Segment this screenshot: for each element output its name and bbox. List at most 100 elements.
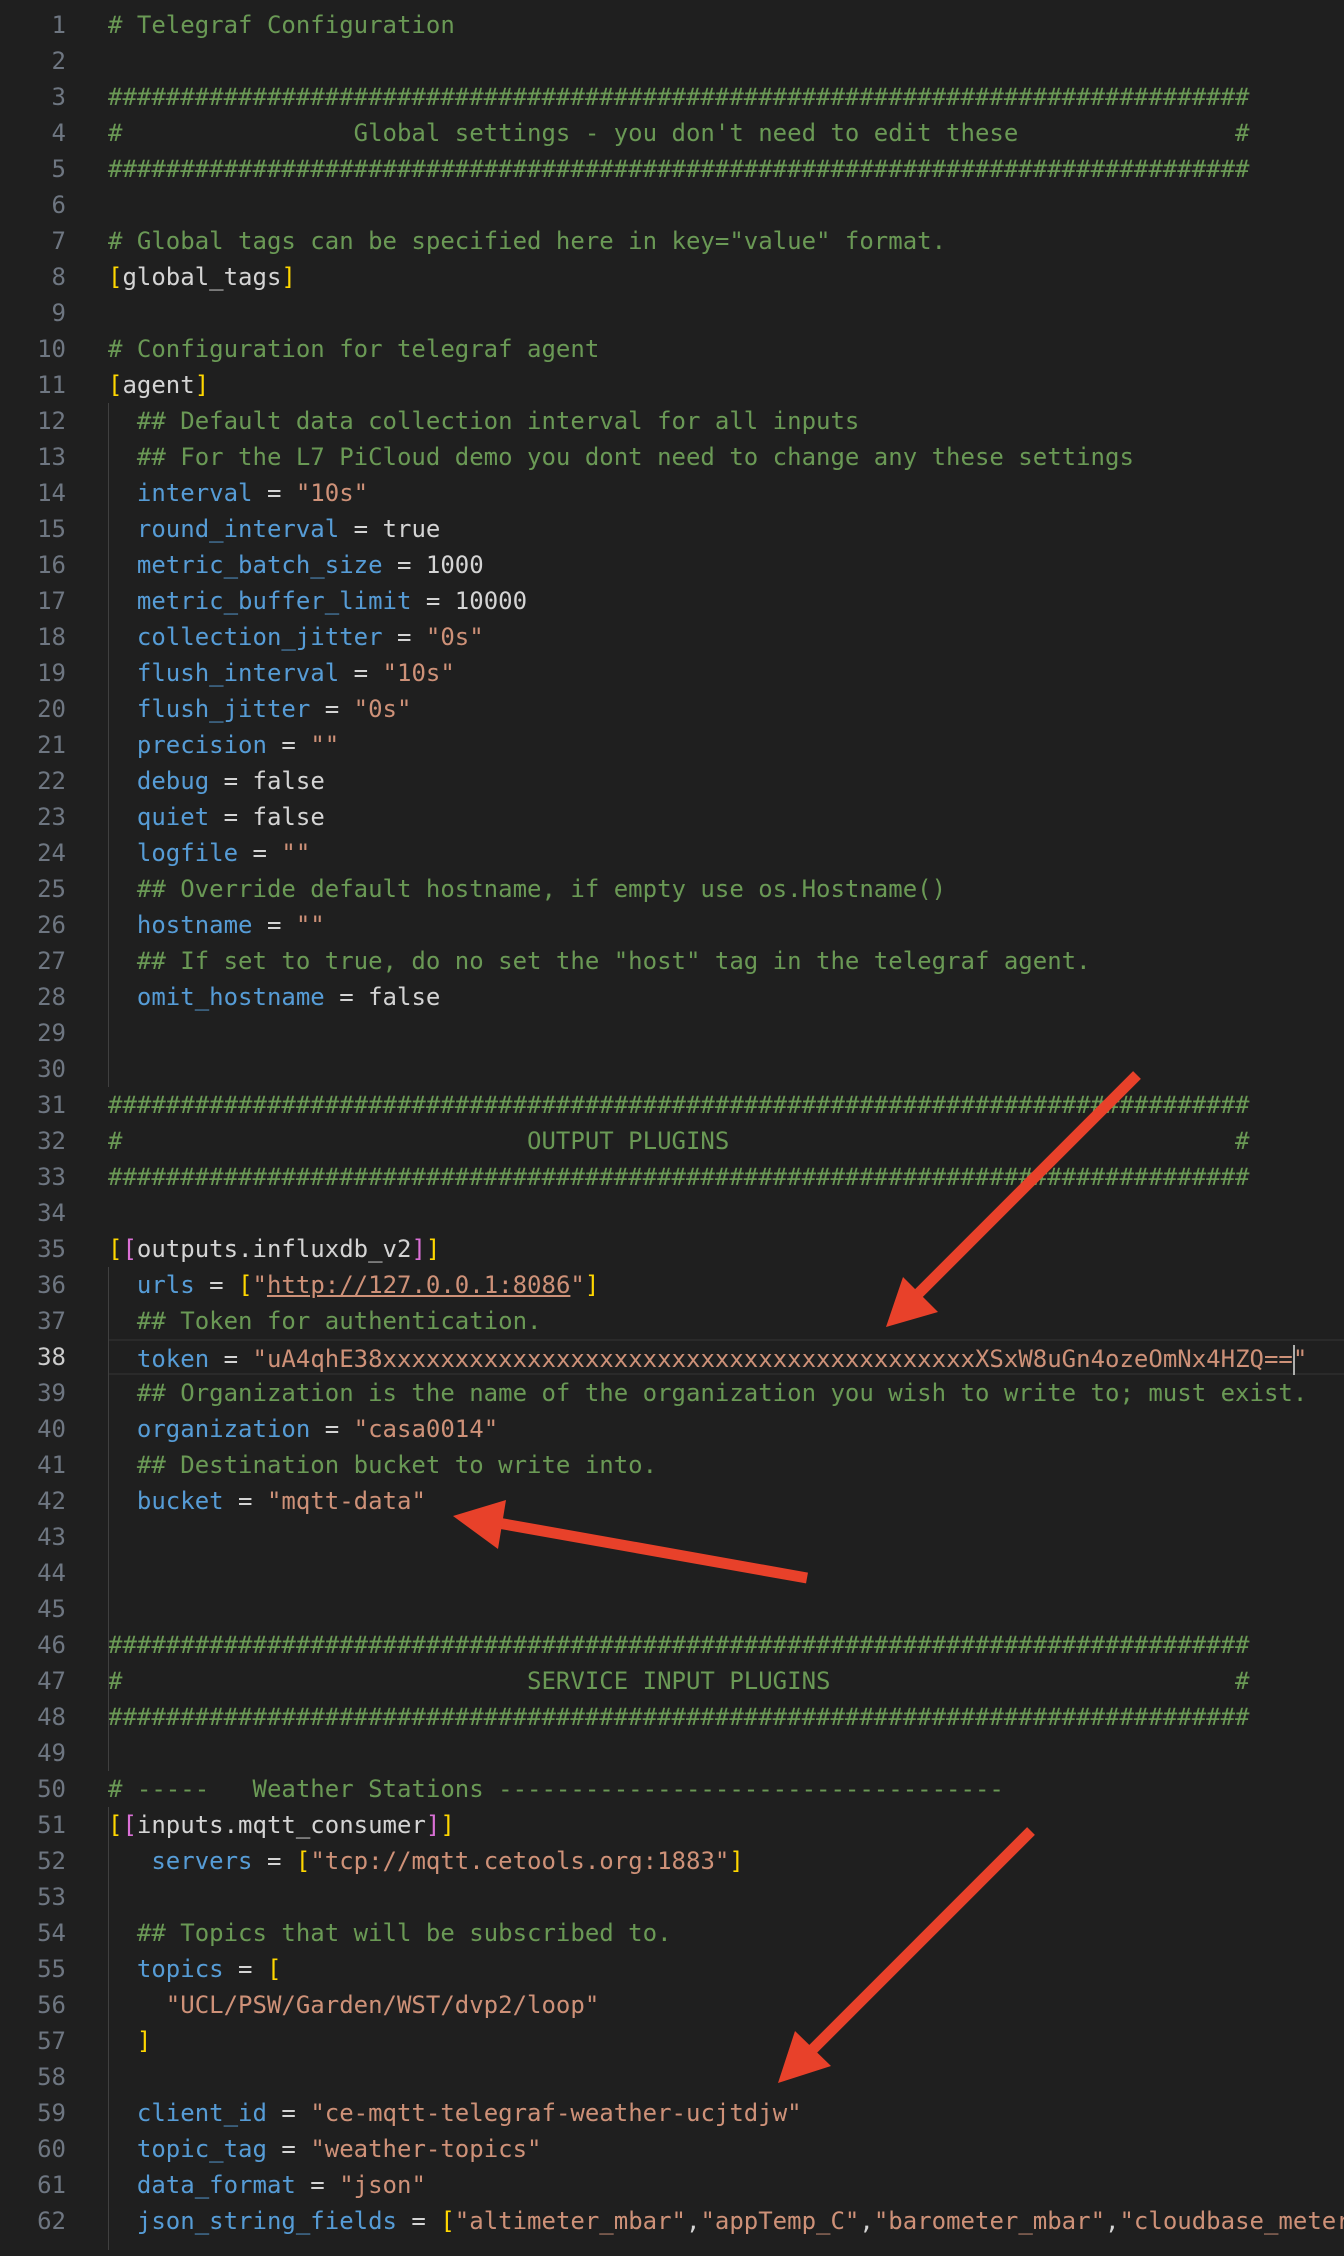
code-area[interactable]: metric_buffer_limit = 10000 [108, 583, 1344, 619]
code-line[interactable]: 19 flush_interval = "10s" [0, 655, 1344, 691]
code-area[interactable]: ########################################… [108, 1159, 1344, 1195]
code-area[interactable]: [[inputs.mqtt_consumer]] [108, 1807, 1344, 1843]
code-area[interactable]: # ----- Weather Stations ---------------… [108, 1771, 1344, 1807]
code-line[interactable]: 22 debug = false [0, 763, 1344, 799]
code-line[interactable]: 8 [global_tags] [0, 259, 1344, 295]
code-area[interactable]: interval = "10s" [108, 475, 1344, 511]
code-area[interactable]: urls = ["http://127.0.0.1:8086"] [108, 1267, 1344, 1303]
code-area[interactable]: hostname = "" [108, 907, 1344, 943]
code-area[interactable]: token = "uA4qhE38xxxxxxxxxxxxxxxxxxxxxxx… [108, 1339, 1344, 1375]
code-area[interactable]: "UCL/PSW/Garden/WST/dvp2/loop" [108, 1987, 1344, 2023]
code-line[interactable]: 56 "UCL/PSW/Garden/WST/dvp2/loop" [0, 1987, 1344, 2023]
code-area[interactable] [108, 1591, 1344, 1627]
code-area[interactable] [108, 187, 1344, 223]
code-line[interactable]: 16 metric_batch_size = 1000 [0, 547, 1344, 583]
code-line[interactable]: 7 # Global tags can be specified here in … [0, 223, 1344, 259]
code-area[interactable]: logfile = "" [108, 835, 1344, 871]
code-line[interactable]: 41 ## Destination bucket to write into. [0, 1447, 1344, 1483]
code-line[interactable]: 62 json_string_fields = ["altimeter_mbar… [0, 2203, 1344, 2239]
code-area[interactable]: topics = [ [108, 1951, 1344, 1987]
code-line[interactable]: 48 ######################################… [0, 1699, 1344, 1735]
code-area[interactable]: ## For the L7 PiCloud demo you dont need… [108, 439, 1344, 475]
code-line[interactable]: 34 [0, 1195, 1344, 1231]
code-area[interactable]: topic_tag = "weather-topics" [108, 2131, 1344, 2167]
code-area[interactable] [108, 1195, 1344, 1231]
code-area[interactable]: client_id = "ce-mqtt-telegraf-weather-uc… [108, 2095, 1344, 2131]
code-line[interactable]: 39 ## Organization is the name of the or… [0, 1375, 1344, 1411]
code-area[interactable]: [[outputs.influxdb_v2]] [108, 1231, 1344, 1267]
code-line[interactable]: 35 [[outputs.influxdb_v2]] [0, 1231, 1344, 1267]
code-line[interactable]: 32 # OUTPUT PLUGINS # [0, 1123, 1344, 1159]
code-line[interactable]: 5 #######################################… [0, 151, 1344, 187]
code-area[interactable]: ## Topics that will be subscribed to. [108, 1915, 1344, 1951]
code-line[interactable]: 53 [0, 1879, 1344, 1915]
code-line[interactable]: 33 ######################################… [0, 1159, 1344, 1195]
code-area[interactable]: precision = "" [108, 727, 1344, 763]
code-line[interactable]: 18 collection_jitter = "0s" [0, 619, 1344, 655]
code-area[interactable]: ] [108, 2023, 1344, 2059]
code-line[interactable]: 13 ## For the L7 PiCloud demo you dont n… [0, 439, 1344, 475]
code-line[interactable]: 30 [0, 1051, 1344, 1087]
code-area[interactable]: ## Override default hostname, if empty u… [108, 871, 1344, 907]
code-line[interactable]: 59 client_id = "ce-mqtt-telegraf-weather… [0, 2095, 1344, 2131]
code-line[interactable]: 11 [agent] [0, 367, 1344, 403]
code-area[interactable] [108, 1051, 1344, 1087]
code-area[interactable] [108, 1879, 1344, 1915]
code-line[interactable]: 9 [0, 295, 1344, 331]
code-area[interactable]: ########################################… [108, 1699, 1344, 1735]
code-area[interactable]: flush_jitter = "0s" [108, 691, 1344, 727]
code-line[interactable]: 49 [0, 1735, 1344, 1771]
code-line[interactable]: 58 [0, 2059, 1344, 2095]
code-line[interactable]: 10 # Configuration for telegraf agent [0, 331, 1344, 367]
code-editor[interactable]: 1 # Telegraf Configuration 2 3 #############… [0, 7, 1344, 2239]
code-area[interactable]: # Global settings - you don't need to ed… [108, 115, 1344, 151]
code-area[interactable]: # Global tags can be specified here in k… [108, 223, 1344, 259]
code-area[interactable]: [agent] [108, 367, 1344, 403]
code-line[interactable]: 24 logfile = "" [0, 835, 1344, 871]
code-line[interactable]: 60 topic_tag = "weather-topics" [0, 2131, 1344, 2167]
code-area[interactable]: metric_batch_size = 1000 [108, 547, 1344, 583]
code-line[interactable]: 14 interval = "10s" [0, 475, 1344, 511]
code-line[interactable]: 17 metric_buffer_limit = 10000 [0, 583, 1344, 619]
code-area[interactable]: round_interval = true [108, 511, 1344, 547]
code-line[interactable]: 50 # ----- Weather Stations -------------… [0, 1771, 1344, 1807]
code-line[interactable]: 37 ## Token for authentication. [0, 1303, 1344, 1339]
code-line[interactable]: 21 precision = "" [0, 727, 1344, 763]
code-line[interactable]: 27 ## If set to true, do no set the "hos… [0, 943, 1344, 979]
code-area[interactable]: ## Destination bucket to write into. [108, 1447, 1344, 1483]
code-line[interactable]: 4 # Global settings - you don't need to e… [0, 115, 1344, 151]
code-area[interactable]: ## Token for authentication. [108, 1303, 1344, 1339]
code-line[interactable]: 40 organization = "casa0014" [0, 1411, 1344, 1447]
code-area[interactable] [108, 295, 1344, 331]
code-line[interactable]: 47 # SERVICE INPUT PLUGINS # [0, 1663, 1344, 1699]
code-area[interactable]: quiet = false [108, 799, 1344, 835]
code-area[interactable] [108, 43, 1344, 79]
code-line[interactable]: 31 ######################################… [0, 1087, 1344, 1123]
code-area[interactable]: omit_hostname = false [108, 979, 1344, 1015]
code-area[interactable]: ########################################… [108, 151, 1344, 187]
code-area[interactable]: ## If set to true, do no set the "host" … [108, 943, 1344, 979]
code-line[interactable]: 36 urls = ["http://127.0.0.1:8086"] [0, 1267, 1344, 1303]
code-area[interactable]: # OUTPUT PLUGINS # [108, 1123, 1344, 1159]
code-area[interactable] [108, 2059, 1344, 2095]
code-area[interactable]: json_string_fields = ["altimeter_mbar","… [108, 2203, 1344, 2239]
code-line[interactable]: 43 [0, 1519, 1344, 1555]
code-line[interactable]: 1 # Telegraf Configuration [0, 7, 1344, 43]
code-area[interactable]: data_format = "json" [108, 2167, 1344, 2203]
code-line[interactable]: 61 data_format = "json" [0, 2167, 1344, 2203]
code-area[interactable]: debug = false [108, 763, 1344, 799]
code-area[interactable]: ## Organization is the name of the organ… [108, 1375, 1344, 1411]
code-area[interactable]: ## Default data collection interval for … [108, 403, 1344, 439]
code-area[interactable] [108, 1555, 1344, 1591]
code-line[interactable]: 23 quiet = false [0, 799, 1344, 835]
code-area[interactable]: ########################################… [108, 79, 1344, 115]
code-line[interactable]: 42 bucket = "mqtt-data" [0, 1483, 1344, 1519]
code-line[interactable]: 44 [0, 1555, 1344, 1591]
code-line[interactable]: 46 ######################################… [0, 1627, 1344, 1663]
code-line[interactable]: 55 topics = [ [0, 1951, 1344, 1987]
code-area[interactable]: servers = ["tcp://mqtt.cetools.org:1883"… [108, 1843, 1344, 1879]
code-line[interactable]: 29 [0, 1015, 1344, 1051]
code-line[interactable]: 51 [[inputs.mqtt_consumer]] [0, 1807, 1344, 1843]
code-area[interactable] [108, 1015, 1344, 1051]
code-line[interactable]: 28 omit_hostname = false [0, 979, 1344, 1015]
